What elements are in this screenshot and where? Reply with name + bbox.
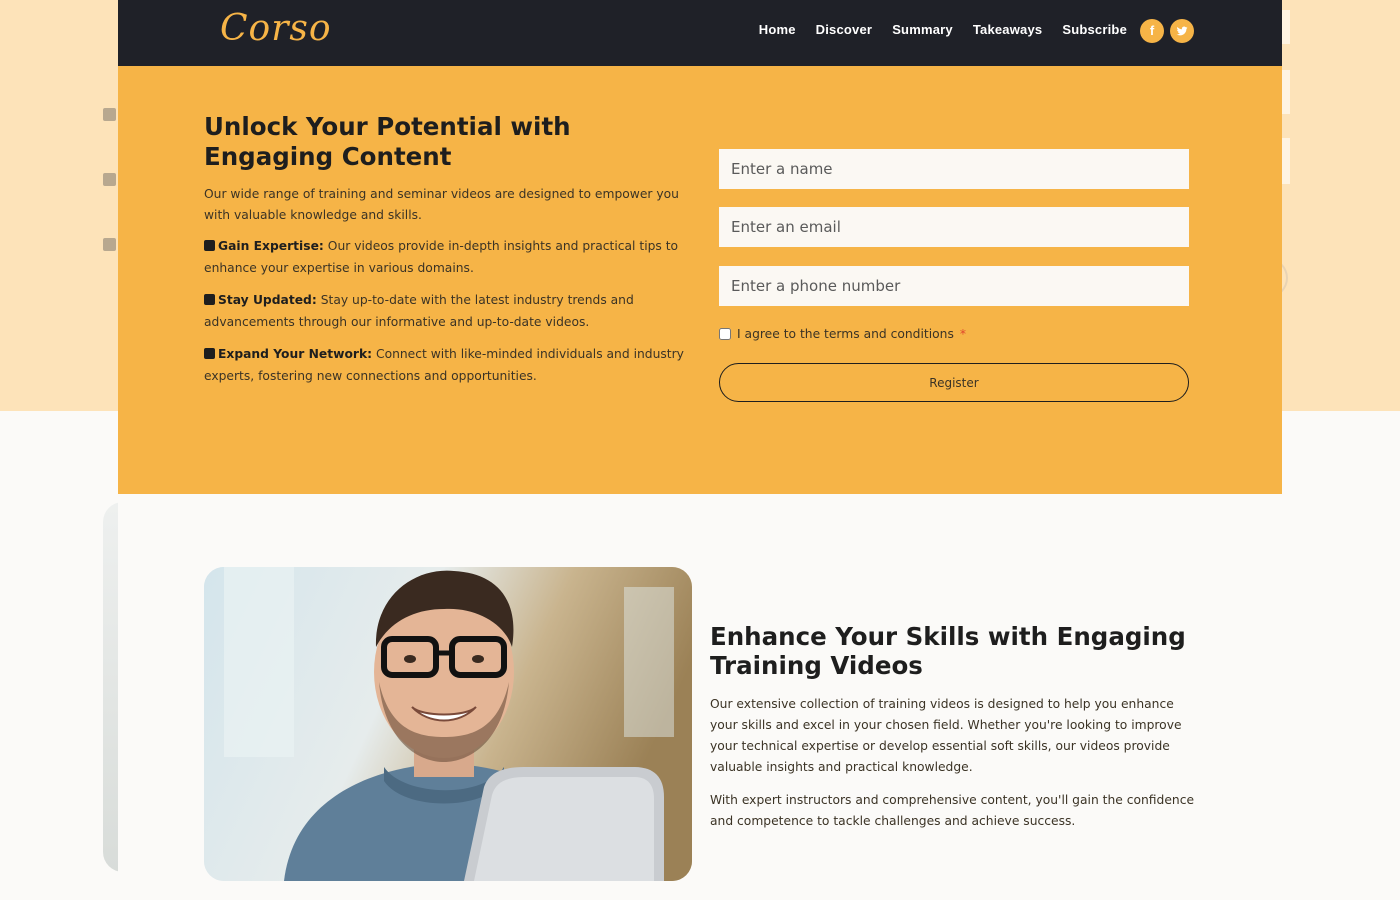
photo-illustration <box>204 567 692 881</box>
hero-title: Unlock Your Potential with Engaging Cont… <box>204 112 571 171</box>
terms-row: I agree to the terms and conditions * <box>719 327 966 341</box>
hero-section: Unlock Your Potential with Engaging Cont… <box>118 66 1282 494</box>
register-button[interactable]: Register <box>719 363 1189 402</box>
top-nav-bar: Corso Home Discover Summary Takeaways Su… <box>118 0 1282 66</box>
feature-expand-network: Expand Your Network: Connect with like-m… <box>204 344 688 387</box>
terms-label: I agree to the terms and conditions <box>737 327 954 341</box>
required-mark: * <box>959 327 967 341</box>
nav-takeaways[interactable]: Takeaways <box>973 22 1043 37</box>
bullet-square-icon <box>204 240 215 251</box>
section-title: Enhance Your Skills with Engaging Traini… <box>710 622 1186 680</box>
ghost-input <box>1282 10 1290 44</box>
twitter-icon[interactable] <box>1170 19 1194 43</box>
feature-label: Gain Expertise: <box>218 239 324 253</box>
main-nav: Home Discover Summary Takeaways Subscrib… <box>759 22 1127 37</box>
ghost-input <box>1282 138 1290 184</box>
logo[interactable]: Corso <box>220 8 332 49</box>
bullet-square-icon <box>204 294 215 305</box>
bullet-square-icon <box>204 348 215 359</box>
email-input[interactable] <box>719 207 1189 247</box>
ghost-bullet <box>103 173 116 186</box>
main-frame: Corso Home Discover Summary Takeaways Su… <box>118 0 1282 900</box>
nav-discover[interactable]: Discover <box>816 22 873 37</box>
ghost-bullet <box>103 238 116 251</box>
nav-summary[interactable]: Summary <box>892 22 953 37</box>
facebook-icon[interactable]: f <box>1140 19 1164 43</box>
nav-home[interactable]: Home <box>759 22 796 37</box>
nav-subscribe[interactable]: Subscribe <box>1062 22 1127 37</box>
feature-gain-expertise: Gain Expertise: Our videos provide in-de… <box>204 236 688 279</box>
section-paragraph-2: With expert instructors and comprehensiv… <box>710 793 1195 828</box>
terms-checkbox[interactable] <box>719 328 731 340</box>
section-paragraph-1: Our extensive collection of training vid… <box>710 697 1182 774</box>
man-with-glasses-photo <box>204 567 692 881</box>
phone-input[interactable] <box>719 266 1189 306</box>
feature-stay-updated: Stay Updated: Stay up-to-date with the l… <box>204 290 688 333</box>
name-input[interactable] <box>719 149 1189 189</box>
feature-label: Stay Updated: <box>218 293 317 307</box>
ghost-bullet <box>103 108 116 121</box>
hero-intro: Our wide range of training and seminar v… <box>204 187 679 222</box>
feature-label: Expand Your Network: <box>218 347 373 361</box>
skills-section: Enhance Your Skills with Engaging Traini… <box>118 494 1282 900</box>
ghost-input <box>1282 70 1290 114</box>
